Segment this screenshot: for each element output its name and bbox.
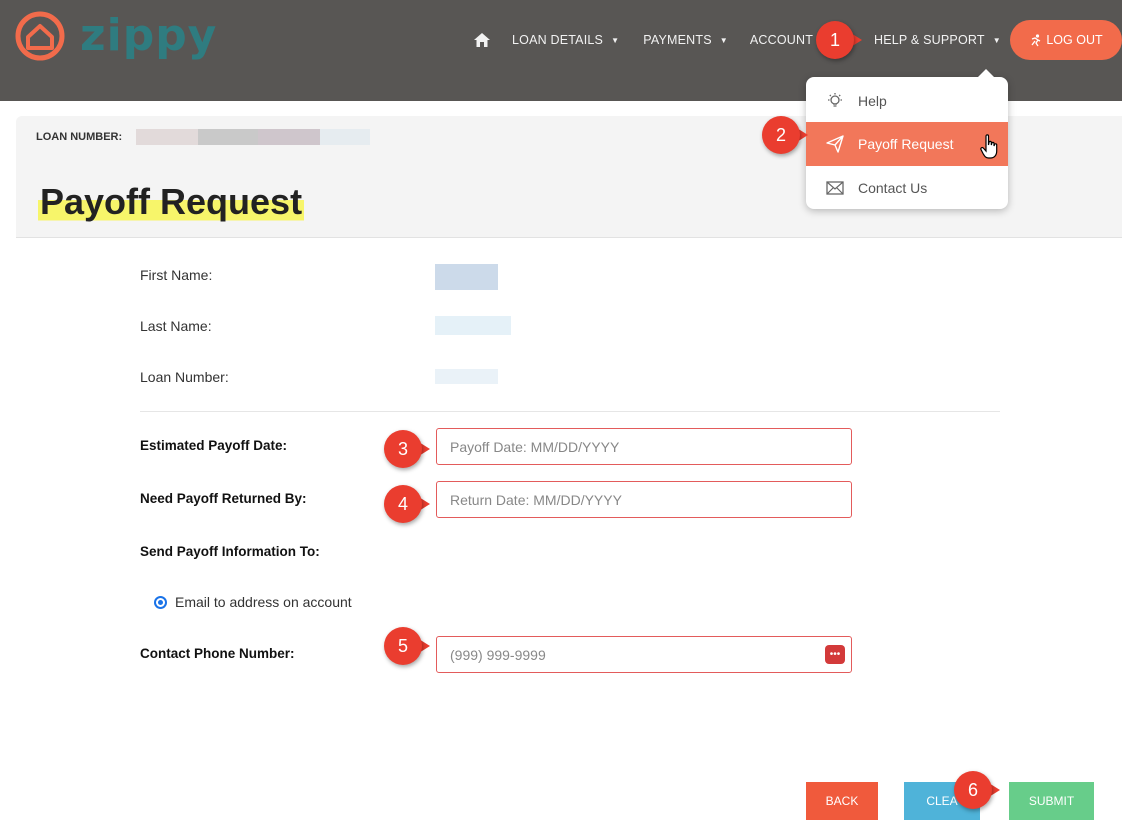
email-radio[interactable] — [154, 595, 167, 609]
payoff-date-input[interactable]: Payoff Date: MM/DD/YYYY — [436, 428, 852, 465]
page-title: Payoff Request — [38, 180, 305, 224]
home-icon[interactable] — [474, 22, 490, 58]
step-callout-1: 1 — [816, 21, 862, 59]
form-divider — [140, 411, 1000, 412]
step-number: 5 — [384, 627, 422, 665]
caret-down-icon: ▼ — [719, 35, 728, 45]
nav-help-support[interactable]: HELP & SUPPORT ▼ — [874, 22, 1001, 58]
dropdown-payoff-label: Payoff Request — [858, 136, 954, 152]
step-number: 6 — [954, 771, 992, 809]
dropdown-item-help[interactable]: Help — [806, 79, 1008, 123]
step-number: 1 — [816, 21, 854, 59]
nav-loan-details-label: LOAN DETAILS — [512, 33, 604, 47]
caret-down-icon: ▼ — [611, 35, 620, 45]
nav-help-support-label: HELP & SUPPORT — [874, 33, 985, 47]
redacted-value — [136, 129, 198, 145]
step-callout-3: 3 — [384, 430, 430, 468]
running-figure-icon — [1031, 33, 1041, 46]
phone-input[interactable]: (999) 999-9999 ••• — [436, 636, 852, 673]
send-to-label: Send Payoff Information To: — [140, 544, 320, 559]
step-callout-6: 6 — [954, 771, 1000, 809]
help-support-dropdown: Help Payoff Request Contact Us — [806, 69, 1008, 210]
step-number: 4 — [384, 485, 422, 523]
step-callout-2: 2 — [762, 116, 808, 154]
redacted-value — [198, 129, 258, 145]
brand-name: zippy — [80, 10, 218, 61]
house-logo-icon — [15, 11, 65, 61]
last-name-label: Last Name: — [140, 318, 212, 334]
payoff-date-label: Estimated Payoff Date: — [140, 438, 288, 453]
return-date-input[interactable]: Return Date: MM/DD/YYYY — [436, 481, 852, 518]
email-option[interactable]: Email to address on account — [154, 594, 352, 610]
lightbulb-icon — [824, 92, 846, 110]
step-number: 3 — [384, 430, 422, 468]
redacted-value — [258, 129, 320, 145]
step-number: 2 — [762, 116, 800, 154]
nav-account-label: ACCOUNT II — [749, 33, 824, 47]
first-name-label: First Name: — [140, 267, 213, 283]
dropdown-help-label: Help — [858, 93, 887, 109]
paper-plane-icon — [824, 135, 846, 153]
loan-number-field-label: Loan Number: — [140, 369, 229, 385]
dropdown-item-contact-us[interactable]: Contact Us — [806, 166, 1008, 210]
nav-payments-label: PAYMENTS — [643, 33, 712, 47]
first-name-value — [435, 264, 498, 290]
email-option-label: Email to address on account — [175, 594, 352, 610]
nav-payments[interactable]: PAYMENTS ▼ — [643, 22, 728, 58]
submit-button[interactable]: SUBMIT — [1009, 782, 1094, 820]
redacted-value — [320, 129, 370, 145]
step-callout-5: 5 — [384, 627, 430, 665]
caret-down-icon: ▼ — [992, 35, 1001, 45]
hand-pointer-icon — [980, 134, 998, 159]
main-nav: LOAN DETAILS ▼ PAYMENTS ▼ ACCOUNT II — [470, 22, 830, 58]
loan-number-value — [435, 369, 498, 384]
back-button[interactable]: BACK — [806, 782, 878, 820]
loan-number-label: LOAN NUMBER: — [36, 131, 123, 143]
phone-label: Contact Phone Number: — [140, 646, 295, 661]
return-date-label: Need Payoff Returned By: — [140, 491, 307, 506]
last-name-value — [435, 316, 511, 335]
phone-placeholder: (999) 999-9999 — [450, 646, 546, 663]
nav-loan-details[interactable]: LOAN DETAILS ▼ — [512, 22, 619, 58]
logout-label: LOG OUT — [1046, 33, 1103, 47]
zippy-logo[interactable]: zippy — [14, 10, 217, 62]
dropdown-contact-label: Contact Us — [858, 180, 928, 196]
more-options-icon[interactable]: ••• — [825, 645, 845, 664]
envelope-icon — [824, 181, 846, 195]
logout-button[interactable]: LOG OUT — [1010, 20, 1122, 60]
dropdown-item-payoff-request[interactable]: Payoff Request — [806, 122, 1008, 166]
step-callout-4: 4 — [384, 485, 430, 523]
